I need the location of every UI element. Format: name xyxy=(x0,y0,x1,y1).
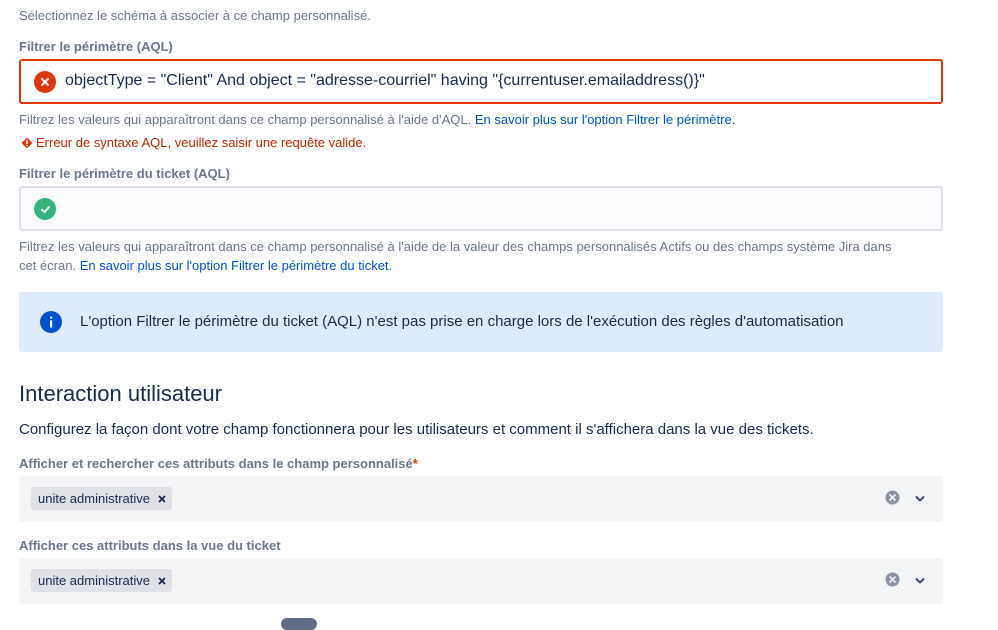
aql-filter-help: Filtrez les valeurs qui apparaîtront dan… xyxy=(19,112,735,127)
attribute-tag: unite administrative xyxy=(31,569,172,592)
warning-diamond-icon xyxy=(21,137,33,149)
attribute-tag: unite administrative xyxy=(31,487,172,510)
toggle-switch[interactable] xyxy=(281,618,317,630)
search-attributes-label: Afficher et rechercher ces attributs dan… xyxy=(19,456,418,471)
ticket-filter-help-text: cet écran. xyxy=(19,258,80,273)
section-description: Configurez la façon dont votre champ fon… xyxy=(19,421,814,438)
aql-filter-value: objectType = "Client" And object = "adre… xyxy=(65,72,705,89)
ticket-filter-help-line1: Filtrez les valeurs qui apparaîtront dan… xyxy=(19,239,892,254)
ticket-filter-help-line2: cet écran. En savoir plus sur l'option F… xyxy=(19,258,392,273)
chevron-down-icon[interactable] xyxy=(914,492,926,510)
required-marker: * xyxy=(412,456,418,471)
aql-filter-learn-more-link[interactable]: En savoir plus sur l'option Filtrer le p… xyxy=(475,112,735,127)
clear-icon[interactable] xyxy=(885,490,900,510)
error-x-icon xyxy=(34,71,56,93)
checkmark-icon xyxy=(34,198,56,220)
ticket-filter-input[interactable] xyxy=(19,186,943,231)
search-attributes-label-text: Afficher et rechercher ces attributs dan… xyxy=(19,456,413,471)
ticket-filter-learn-more-link[interactable]: En savoir plus sur l'option Filtrer le p… xyxy=(80,258,392,273)
aql-filter-input[interactable]: objectType = "Client" And object = "adre… xyxy=(19,59,943,104)
aql-error-message: Erreur de syntaxe AQL, veuillez saisir u… xyxy=(21,135,366,150)
view-attributes-select[interactable]: unite administrative xyxy=(19,558,943,604)
intro-text: Sélectionnez le schéma à associer à ce c… xyxy=(19,8,371,23)
remove-tag-icon[interactable] xyxy=(158,492,166,506)
search-attributes-select[interactable]: unite administrative xyxy=(19,476,943,522)
aql-error-text: Erreur de syntaxe AQL, veuillez saisir u… xyxy=(36,135,367,150)
clear-icon[interactable] xyxy=(885,572,900,592)
chevron-down-icon[interactable] xyxy=(914,574,926,592)
ticket-filter-label: Filtrer le périmètre du ticket (AQL) xyxy=(19,166,230,181)
aql-filter-help-text: Filtrez les valeurs qui apparaîtront dan… xyxy=(19,112,475,127)
info-panel: L'option Filtrer le périmètre du ticket … xyxy=(19,292,943,352)
info-panel-text: L'option Filtrer le périmètre du ticket … xyxy=(80,313,844,330)
section-heading: Interaction utilisateur xyxy=(19,381,222,406)
view-attributes-label: Afficher ces attributs dans la vue du ti… xyxy=(19,538,281,553)
attribute-tag-label: unite administrative xyxy=(38,573,150,588)
remove-tag-icon[interactable] xyxy=(158,574,166,588)
attribute-tag-label: unite administrative xyxy=(38,491,150,506)
info-icon xyxy=(40,311,62,333)
aql-filter-label: Filtrer le périmètre (AQL) xyxy=(19,39,173,54)
